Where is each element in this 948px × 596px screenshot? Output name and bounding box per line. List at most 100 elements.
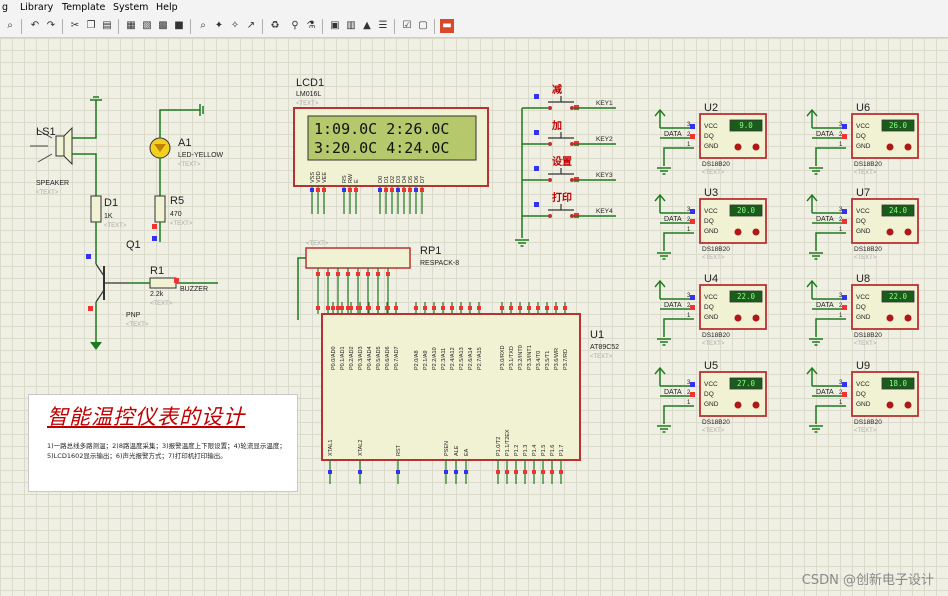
sensor-pin-label: DQ (704, 133, 714, 140)
sensor-ref: U7 (856, 187, 870, 199)
svg-text:1: 1 (839, 142, 843, 148)
svg-text:1: 1 (687, 400, 691, 406)
u1-p3-pin-label: P3.3/INT1 (527, 345, 533, 370)
lcd-pin-label: VEE (322, 172, 328, 183)
menu-item-template[interactable]: Template (62, 2, 105, 13)
sensor-pin-label: VCC (704, 294, 718, 301)
key-button-3[interactable]: 设置 KEY3 (522, 155, 616, 182)
sensor-type: DS18B20 (854, 332, 882, 339)
ds18b20-u3[interactable]: DATA321VCCDQGND20.0U3DS18B20<TEXT> (654, 187, 767, 261)
respack-rp1[interactable]: <TEXT> RP1 RESPACK-8 (305, 241, 459, 269)
menu-item-g[interactable]: g (2, 2, 8, 13)
key-button-4[interactable]: 打印 KEY4 (522, 191, 616, 218)
u1-bottom-pin-label: RST (396, 444, 402, 456)
u1-p2-pin-label: P2.2/A10 (432, 347, 438, 370)
ds18b20-u2[interactable]: DATA321VCCDQGND9.0U2DS18B20<TEXT> (654, 102, 767, 176)
block-rotate-icon[interactable]: ▩ (156, 19, 170, 33)
sensor-data-net: DATA (816, 302, 834, 309)
property-assign-icon[interactable]: ⚗ (304, 19, 318, 33)
q1-type: PNP (126, 312, 141, 319)
u1-p2-pin-label: P2.4/A12 (450, 347, 456, 370)
sensor-type: DS18B20 (854, 161, 882, 168)
lcd-line-2: 3:20.0C 4:24.0C (314, 139, 449, 157)
svg-text:1: 1 (839, 313, 843, 319)
key-net-label: KEY2 (596, 136, 613, 143)
q1-text: <TEXT> (126, 322, 149, 328)
rp1-type: RESPACK-8 (420, 260, 459, 267)
u1-bottom-pin-label: P1.2 (514, 445, 520, 456)
block-move-icon[interactable]: ▧ (140, 19, 154, 33)
key-label: 加 (551, 119, 562, 132)
speaker-ref: LS1 (36, 126, 56, 138)
u1-bottom-pin-label: EA (464, 448, 470, 456)
ds18b20-u6[interactable]: DATA321VCCDQGND26.0U6DS18B20<TEXT> (806, 102, 919, 176)
sensor-ref: U5 (704, 360, 718, 372)
ds18b20-u5[interactable]: DATA321VCCDQGND27.0U5DS18B20<TEXT> (654, 360, 767, 434)
electrical-rule-check-icon[interactable]: ☑ (400, 19, 414, 33)
ds18b20-u4[interactable]: DATA321VCCDQGND22.0U4DS18B20<TEXT> (654, 273, 767, 347)
key-button-2[interactable]: 加 KEY2 (522, 119, 616, 146)
svg-text:1: 1 (687, 142, 691, 148)
cut-icon[interactable]: ✂ (68, 19, 82, 33)
menu-item-help[interactable]: Help (156, 2, 178, 13)
zoom-child-icon[interactable]: ▲ (360, 19, 374, 33)
u1-p2-pin-label: P2.0/A8 (414, 350, 420, 370)
remove-sheet-icon[interactable]: ▥ (344, 19, 358, 33)
r1-value: 2.2k (150, 291, 164, 298)
sensor-pin-label: VCC (704, 123, 718, 130)
sensor-text: <TEXT> (854, 341, 877, 347)
menu-item-library[interactable]: Library (20, 2, 53, 13)
sensor-reading: 22.0 (889, 292, 908, 301)
sensor-text: <TEXT> (854, 170, 877, 176)
u1-p3-pin-label: P3.0/RXD (500, 346, 506, 370)
ds18b20-u8[interactable]: DATA321VCCDQGND22.0U8DS18B20<TEXT> (806, 273, 919, 347)
pcb-icon[interactable]: ▬ (440, 19, 454, 33)
new-sheet-icon[interactable]: ▣ (328, 19, 342, 33)
paste-icon[interactable]: ▤ (100, 19, 114, 33)
pick-device-icon[interactable]: ⌕ (196, 19, 210, 33)
u1-p3-pin-label: P3.7/RD (563, 349, 569, 370)
sensor-reading: 9.0 (739, 121, 753, 130)
copy-icon[interactable]: ❐ (84, 19, 98, 33)
u1-bottom-pin-label: P1.0/T2 (496, 437, 502, 456)
netlist-icon[interactable]: ▢ (416, 19, 430, 33)
description-note: 智能温控仪表的设计 1)一路总线多路测温；2)8路温度采集；3)报警温度上下限设… (28, 394, 298, 492)
d1-value: 1K (104, 213, 113, 220)
sensor-pin-label: GND (704, 228, 719, 235)
packaging-icon[interactable]: ✧ (228, 19, 242, 33)
ds18b20-u9[interactable]: DATA321VCCDQGND18.0U9DS18B20<TEXT> (806, 360, 919, 434)
undo-icon[interactable]: ↶ (28, 19, 42, 33)
speaker-ls1[interactable]: LS1 SPEAKER <TEXT> (30, 126, 73, 196)
search-icon[interactable]: ⚲ (288, 19, 302, 33)
resistor-r1[interactable]: R1 2.2k <TEXT> (149, 265, 177, 307)
redo-icon[interactable]: ↷ (44, 19, 58, 33)
block-delete-icon[interactable]: ■ (172, 19, 186, 33)
bill-of-materials-icon[interactable]: ☰ (376, 19, 390, 33)
u1-p3-pin-label: P3.1/TXD (509, 346, 515, 370)
mcu-u1[interactable]: U1 AT89C52 <TEXT> (321, 313, 619, 461)
a1-ref: A1 (178, 137, 191, 149)
key-net-label: KEY1 (596, 100, 613, 107)
zoom-icon[interactable]: ⌕ (3, 19, 17, 33)
wire-autoroute-icon[interactable]: ♻ (268, 19, 282, 33)
a1-text: <TEXT> (178, 162, 201, 168)
decompose-icon[interactable]: ↗ (244, 19, 258, 33)
u1-p3-pin-label: P3.6/WR (554, 348, 560, 370)
block-copy-icon[interactable]: ▦ (124, 19, 138, 33)
ds18b20-u7[interactable]: DATA321VCCDQGND24.0U7DS18B20<TEXT> (806, 187, 919, 261)
key-label: 减 (552, 83, 562, 96)
u1-bottom-pin-label: P1.7 (559, 445, 565, 456)
make-device-icon[interactable]: ✦ (212, 19, 226, 33)
key-button-1[interactable]: 减 KEY1 (522, 83, 616, 110)
r1-text: <TEXT> (150, 301, 173, 307)
schematic-canvas[interactable]: LS1 SPEAKER <TEXT> D1 1K <TEXT> Q1 PNP <… (0, 38, 948, 596)
u1-p0-pin-label: P0.3/AD3 (358, 346, 364, 370)
u1-p2-pin-label: P2.7/A15 (477, 347, 483, 370)
sensor-ref: U6 (856, 102, 870, 114)
sensor-reading: 24.0 (889, 206, 908, 215)
menu-item-system[interactable]: System (113, 2, 148, 13)
lcd-lm016l[interactable]: LCD1 LM016L <TEXT> 1:09.0C 2:26.0C 3:20.… (293, 77, 489, 187)
key-net-label: KEY3 (596, 172, 613, 179)
menu-bar: g Library Template System Help (0, 0, 948, 15)
led-a1[interactable]: A1 LED-YELLOW <TEXT> (149, 137, 224, 168)
